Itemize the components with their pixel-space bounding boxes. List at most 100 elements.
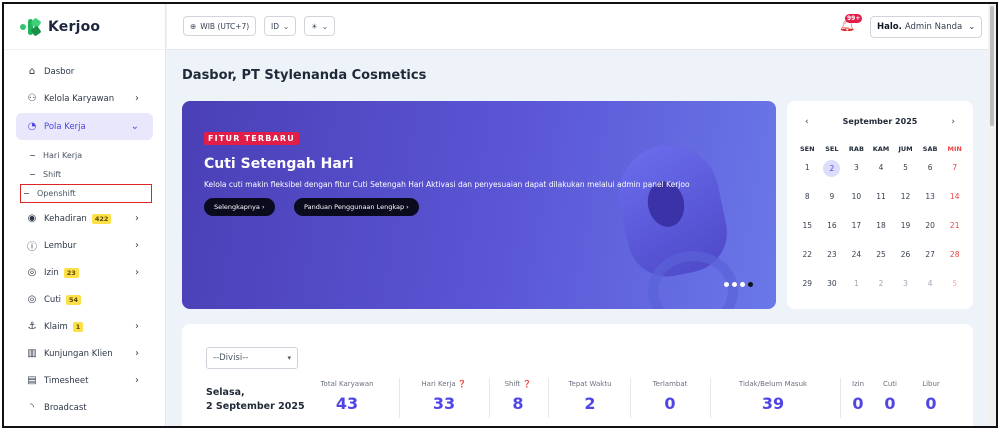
sidebar-item-broadcast[interactable]: ◝ Broadcast [16,394,153,421]
sidebar-item-label: Cuti [44,294,62,305]
sidebar-item-izin[interactable]: ◎ Izin 23 › [16,259,153,286]
calendar-day[interactable]: 30 [820,276,845,305]
calendar-day[interactable]: 20 [918,218,943,247]
language-selector[interactable]: ID ⌄ [264,16,297,36]
chevron-down-icon: ⌄ [968,22,976,32]
calendar-day[interactable]: 24 [844,247,869,276]
calendar-day[interactable]: 4 [869,160,894,189]
sidebar-subitem-shift[interactable]: Shift [16,165,153,184]
brand-name: Kerjoo [48,18,101,35]
sidebar-item-timesheet[interactable]: ▤ Timesheet › [16,367,153,394]
calendar-day[interactable]: 22 [795,247,820,276]
next-month-icon[interactable]: › [951,117,955,127]
guide-button[interactable]: Panduan Penggunaan Lengkap › [294,198,419,216]
calendar-day[interactable]: 10 [844,189,869,218]
sidebar-item-klaim[interactable]: ⚓ Klaim 1 › [16,313,153,340]
sidebar-item-label: Klaim [44,321,68,332]
chevron-down-icon: ▾ [287,354,291,362]
sidebar-item-label: Izin [44,267,59,278]
stat-label: Tidak/Belum Masuk [738,380,808,388]
calendar-day-number: 13 [925,192,935,201]
calendar-day[interactable]: 23 [820,247,845,276]
calendar-day[interactable]: 1 [844,276,869,305]
carousel-dots[interactable] [724,282,753,287]
subitem-label: Hari Kerja [43,151,83,160]
subitem-label: Openshift [37,189,76,198]
timezone-selector[interactable]: ⊕ WIB (UTC+7) [183,16,257,36]
calendar-day-number: 15 [802,221,813,230]
learn-more-button[interactable]: Selengkapnya › [204,198,275,216]
banner-title: Cuti Setengah Hari [204,156,354,172]
stat-item: Tidak/Belum Masuk 39 [733,380,813,413]
carousel-dot-active[interactable] [748,282,753,287]
sidebar-subitem-hari-kerja[interactable]: Hari Kerja [16,146,153,165]
calendar-day[interactable]: 2 [820,160,845,189]
calendar-day[interactable]: 27 [918,247,943,276]
calendar-day-number: 19 [900,221,911,230]
carousel-dot[interactable] [732,282,737,287]
calendar-day[interactable]: 8 [795,189,820,218]
calendar-day[interactable]: 3 [844,160,869,189]
calendar-day-number: 4 [927,279,933,288]
calendar-day[interactable]: 6 [918,160,943,189]
calendar-day-number: 3 [854,163,859,172]
calendar-day[interactable]: 26 [893,247,918,276]
stat-label: Shift ❓ [504,380,532,388]
calendar-day[interactable]: 7 [942,160,967,189]
calendar-day[interactable]: 29 [795,276,820,305]
sidebar-subitem-openshift[interactable]: Openshift [20,184,152,203]
division-select-value: --Divisi-- [213,353,249,363]
stat-item: Tepat Waktu 2 [550,380,630,413]
carousel-dot[interactable] [740,282,745,287]
calendar-day[interactable]: 18 [869,218,894,247]
calendar-day[interactable]: 14 [942,189,967,218]
page-title: Dasbor, PT Stylenanda Cosmetics [182,68,427,83]
calendar-day[interactable]: 17 [844,218,869,247]
calendar-day[interactable]: 19 [893,218,918,247]
sidebar-item-cuti[interactable]: ◎ Cuti 54 [16,286,153,313]
calendar-day[interactable]: 1 [795,160,820,189]
calendar-day-number: 6 [927,163,933,172]
logo[interactable]: Kerjoo [4,4,165,50]
sidebar-menu: ⌂ Dasbor ⚇ Kelola Karyawan › ◔ Pola Kerj… [4,50,165,421]
calendar-day[interactable]: 5 [942,276,967,305]
calendar-month: September 2025 [842,117,918,126]
chevron-down-icon: ⌄ [321,21,329,31]
sidebar-item-lembur[interactable]: ⓘ Lembur › [16,232,153,259]
summary-date: Selasa, 2 September 2025 [206,386,305,414]
calendar-day[interactable]: 2 [869,276,894,305]
sidebar-item-kelola-karyawan[interactable]: ⚇ Kelola Karyawan › [16,85,153,112]
calendar-day[interactable]: 28 [942,247,967,276]
page-scrollbar[interactable] [988,4,996,426]
calendar-day[interactable]: 16 [820,218,845,247]
calendar-day[interactable]: 13 [918,189,943,218]
division-select[interactable]: --Divisi-- ▾ [206,347,298,369]
timezone-label: WIB (UTC+7) [200,21,250,31]
chevron-down-icon: ⌄ [130,121,139,132]
sidebar-item-pola-kerja[interactable]: ◔ Pola Kerja ⌄ [16,113,153,140]
calendar-day[interactable]: 12 [893,189,918,218]
calendar-day-number: 8 [804,192,810,201]
carousel-dot[interactable] [724,282,729,287]
scrollbar-thumb[interactable] [990,6,994,126]
calendar-day[interactable]: 25 [869,247,894,276]
building-icon: ▥ [27,348,37,359]
calendar-day[interactable]: 15 [795,218,820,247]
theme-toggle[interactable]: ☀ ⌄ [304,16,336,36]
broadcast-icon: ◝ [30,402,34,413]
stat-divider [630,378,631,418]
user-menu[interactable]: Halo. Admin Nanda ⌄ [870,16,983,38]
sidebar-item-dasbor[interactable]: ⌂ Dasbor [16,58,153,85]
sidebar-item-kehadiran[interactable]: ◉ Kehadiran 422 › [16,205,153,232]
calendar-day[interactable]: 9 [820,189,845,218]
weekday-header: KAM [872,145,890,153]
sidebar-item-kunjungan-klien[interactable]: ▥ Kunjungan Klien › [16,340,153,367]
calendar-day[interactable]: 4 [918,276,943,305]
calendar-day[interactable]: 5 [893,160,918,189]
summary-day: Selasa, [206,387,245,398]
calendar-day[interactable]: 11 [869,189,894,218]
calendar-day[interactable]: 21 [942,218,967,247]
calendar-day-number: 2 [878,279,884,288]
stat-label: Libur [922,380,940,388]
calendar-day[interactable]: 3 [893,276,918,305]
